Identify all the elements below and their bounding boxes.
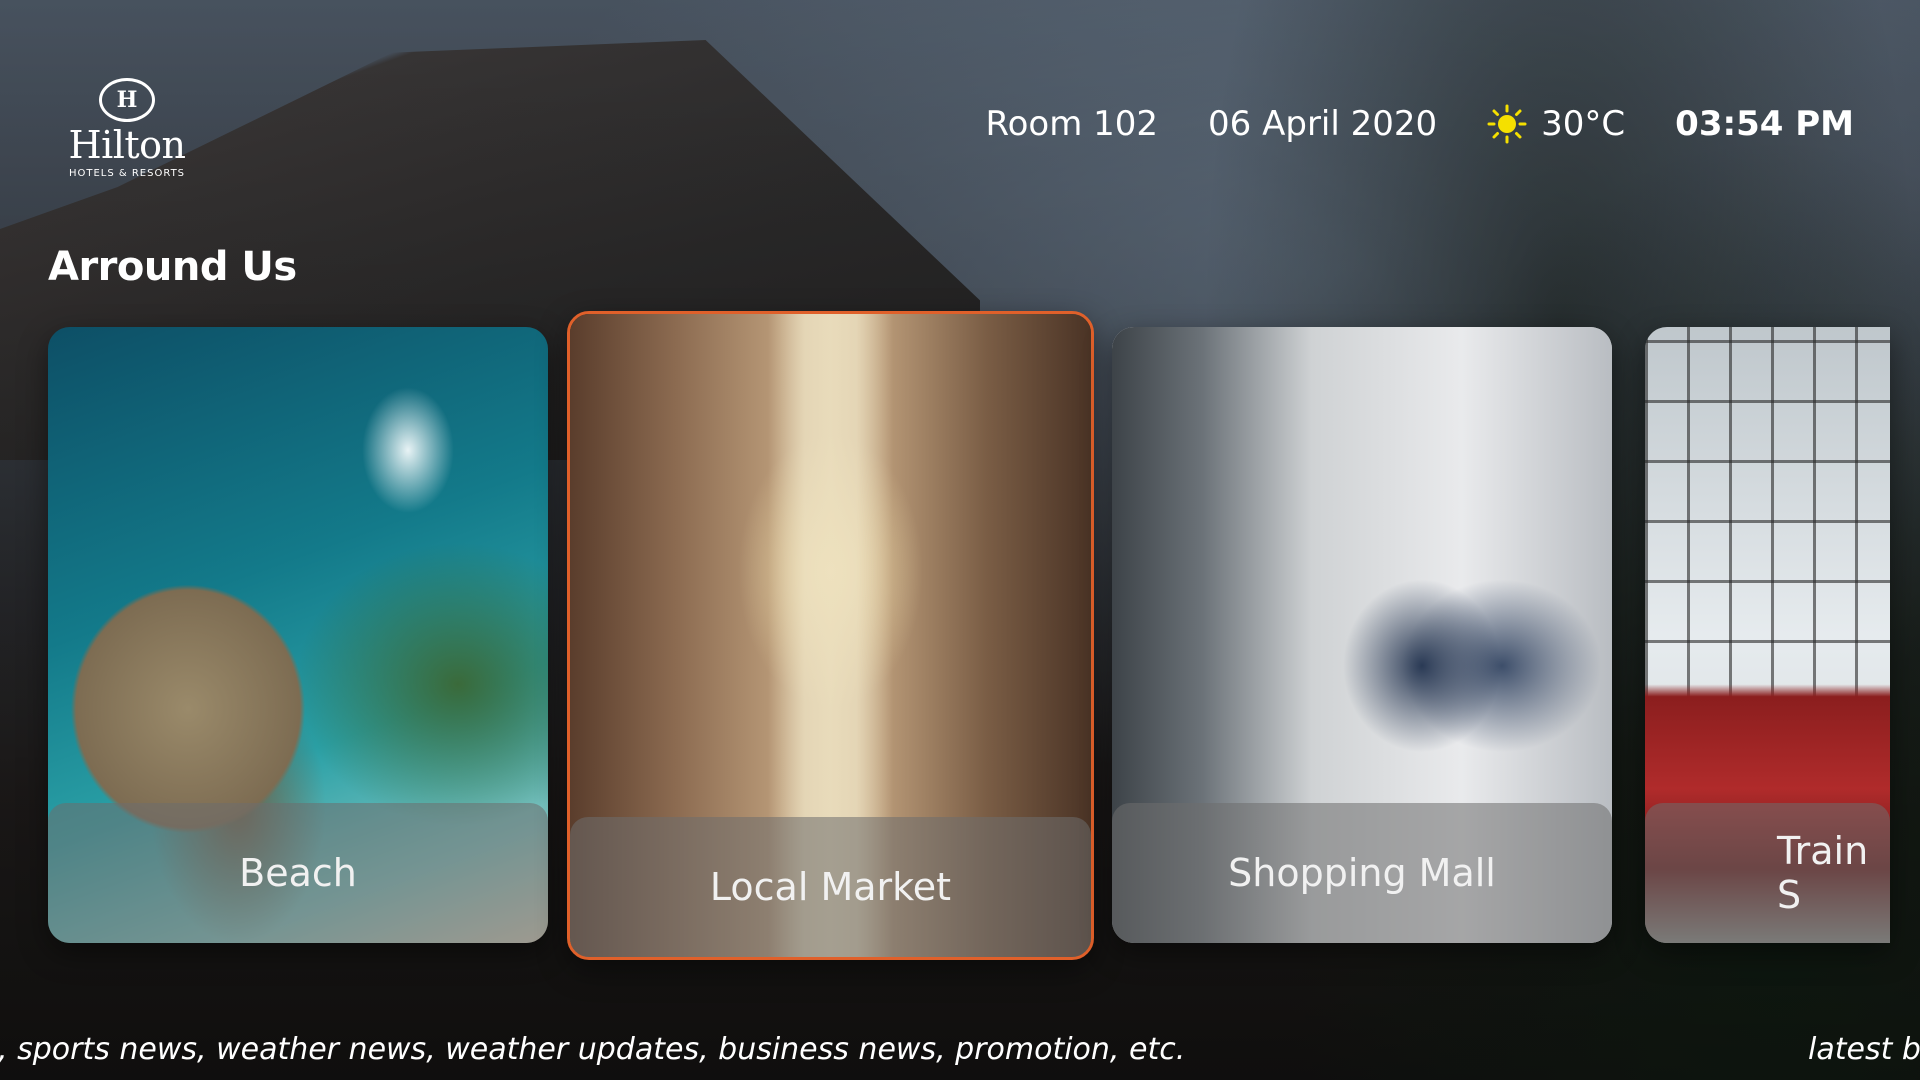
ticker-text: , sports news, weather news, weather upd… <box>0 1032 1186 1067</box>
card-label: Shopping Mall <box>1112 803 1612 943</box>
card-label: Train S <box>1645 803 1890 943</box>
card-label: Local Market <box>570 817 1091 957</box>
news-ticker: , sports news, weather news, weather upd… <box>0 1032 1920 1076</box>
card-train-station[interactable]: Train S <box>1645 327 1890 943</box>
card-shopping-mall[interactable]: Shopping Mall <box>1112 327 1612 943</box>
places-carousel: Beach Local Market Shopping Mall Train S <box>0 0 1920 1080</box>
card-beach[interactable]: Beach <box>48 327 548 943</box>
card-label: Beach <box>48 803 548 943</box>
ticker-text-next: latest b <box>1808 1032 1920 1067</box>
card-local-market[interactable]: Local Market <box>567 311 1094 960</box>
